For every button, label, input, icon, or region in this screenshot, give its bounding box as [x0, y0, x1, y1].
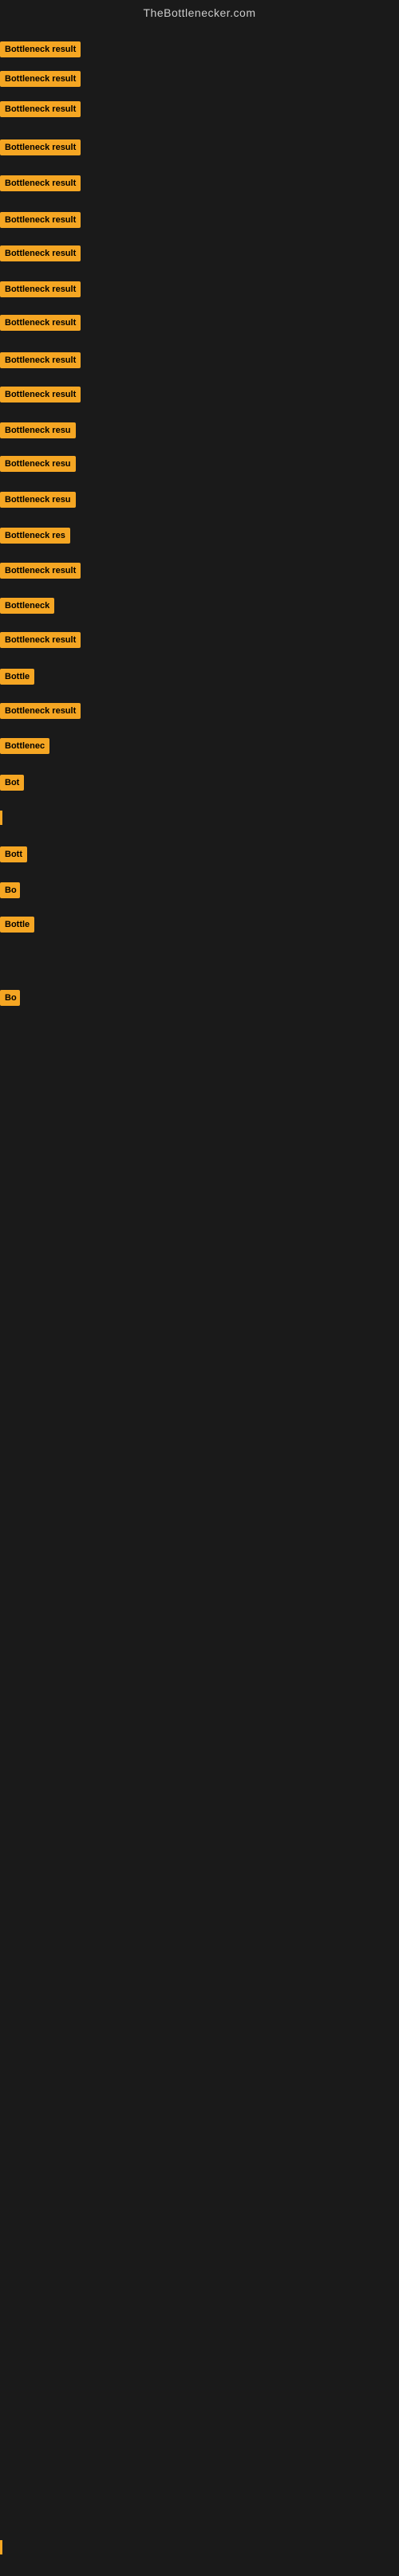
bottleneck-badge-2: Bottleneck result — [0, 71, 81, 87]
bottleneck-badge-22: Bot — [0, 775, 24, 791]
bottleneck-badge-10: Bottleneck result — [0, 352, 81, 368]
bottleneck-badge-8: Bottleneck result — [0, 281, 81, 297]
bottleneck-badge-4: Bottleneck result — [0, 139, 81, 155]
bottleneck-badge-28: Bo — [0, 990, 20, 1006]
bottleneck-badge-3: Bottleneck result — [0, 101, 81, 117]
bottleneck-badge-14: Bottleneck resu — [0, 492, 76, 508]
bottleneck-badge-20: Bottleneck result — [0, 703, 81, 719]
bottleneck-badge-7: Bottleneck result — [0, 245, 81, 261]
bottleneck-badge-6: Bottleneck result — [0, 212, 81, 228]
bottleneck-badge-24: Bott — [0, 846, 27, 862]
bottleneck-badge-25: Bo — [0, 882, 20, 898]
bottleneck-badge-29 — [0, 2540, 2, 2554]
bottleneck-badge-21: Bottlenec — [0, 738, 49, 754]
bottleneck-badge-17: Bottleneck — [0, 598, 54, 614]
bottleneck-badge-5: Bottleneck result — [0, 175, 81, 191]
bottleneck-badge-9: Bottleneck result — [0, 315, 81, 331]
bottleneck-badge-15: Bottleneck res — [0, 528, 70, 544]
bottleneck-badge-1: Bottleneck result — [0, 41, 81, 57]
site-title: TheBottlenecker.com — [0, 0, 399, 26]
bottleneck-badge-23 — [0, 811, 2, 825]
bottleneck-badge-26: Bottle — [0, 917, 34, 933]
bottleneck-badge-13: Bottleneck resu — [0, 456, 76, 472]
bottleneck-badge-16: Bottleneck result — [0, 563, 81, 579]
bottleneck-badge-19: Bottle — [0, 669, 34, 685]
bottleneck-badge-11: Bottleneck result — [0, 387, 81, 402]
bottleneck-badge-12: Bottleneck resu — [0, 422, 76, 438]
bottleneck-badge-18: Bottleneck result — [0, 632, 81, 648]
